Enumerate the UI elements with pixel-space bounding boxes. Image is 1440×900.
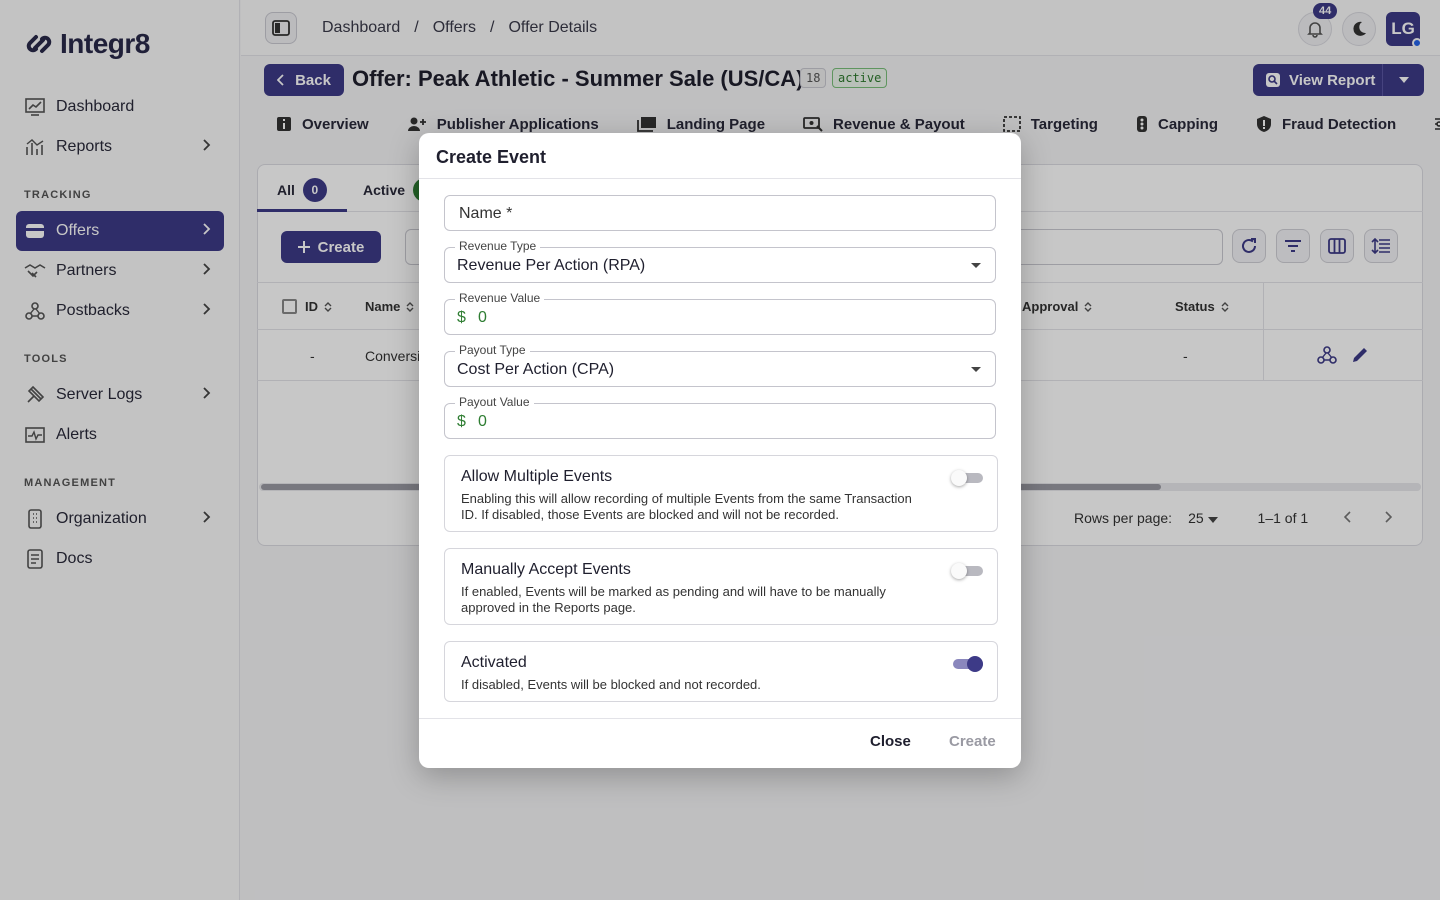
payout-type-select[interactable]: Payout Type Cost Per Action (CPA) [444, 343, 996, 387]
name-placeholder: Name * [459, 205, 513, 222]
divider [419, 178, 1021, 179]
selected-value: Cost Per Action (CPA) [457, 361, 615, 378]
toggle-title: Manually Accept Events [461, 561, 631, 578]
manually-accept-events-card: Manually Accept Events If enabled, Event… [444, 548, 998, 625]
toggle-description: Enabling this will allow recording of mu… [461, 491, 912, 522]
dialog-title: Create Event [436, 147, 547, 167]
switch-knob [951, 470, 967, 486]
field-label: Revenue Value [455, 291, 545, 305]
manually-accept-events-switch[interactable] [951, 563, 983, 579]
field-label: Payout Value [455, 395, 534, 409]
toggle-description: If enabled, Events will be marked as pen… [461, 584, 886, 615]
switch-knob [967, 656, 983, 672]
name-field[interactable]: Name * [444, 195, 996, 231]
currency-prefix: $ [457, 413, 466, 430]
toggle-title: Allow Multiple Events [461, 468, 613, 485]
revenue-value-field[interactable]: Revenue Value $ 0 [444, 291, 996, 335]
activated-switch[interactable] [953, 656, 983, 672]
selected-value: Revenue Per Action (RPA) [457, 257, 646, 274]
activated-card: Activated If disabled, Events will be bl… [444, 641, 998, 702]
caret-down-icon [971, 367, 981, 372]
toggle-title: Activated [461, 654, 527, 671]
field-label: Revenue Type [455, 239, 541, 253]
allow-multiple-events-switch[interactable] [951, 470, 983, 486]
toggle-description: If disabled, Events will be blocked and … [461, 677, 761, 692]
create-button[interactable]: Create [949, 733, 996, 750]
create-event-dialog: Create Event Name * Revenue Type Revenue… [419, 133, 1021, 768]
allow-multiple-events-card: Allow Multiple Events Enabling this will… [444, 455, 998, 532]
caret-down-icon [971, 263, 981, 268]
field-value: 0 [478, 309, 487, 326]
revenue-type-select[interactable]: Revenue Type Revenue Per Action (RPA) [444, 239, 996, 283]
switch-knob [951, 563, 967, 579]
field-value: 0 [478, 413, 487, 430]
close-button[interactable]: Close [870, 733, 911, 750]
divider [419, 718, 1021, 719]
currency-prefix: $ [457, 309, 466, 326]
field-label: Payout Type [455, 343, 530, 357]
payout-value-field[interactable]: Payout Value $ 0 [444, 395, 996, 439]
